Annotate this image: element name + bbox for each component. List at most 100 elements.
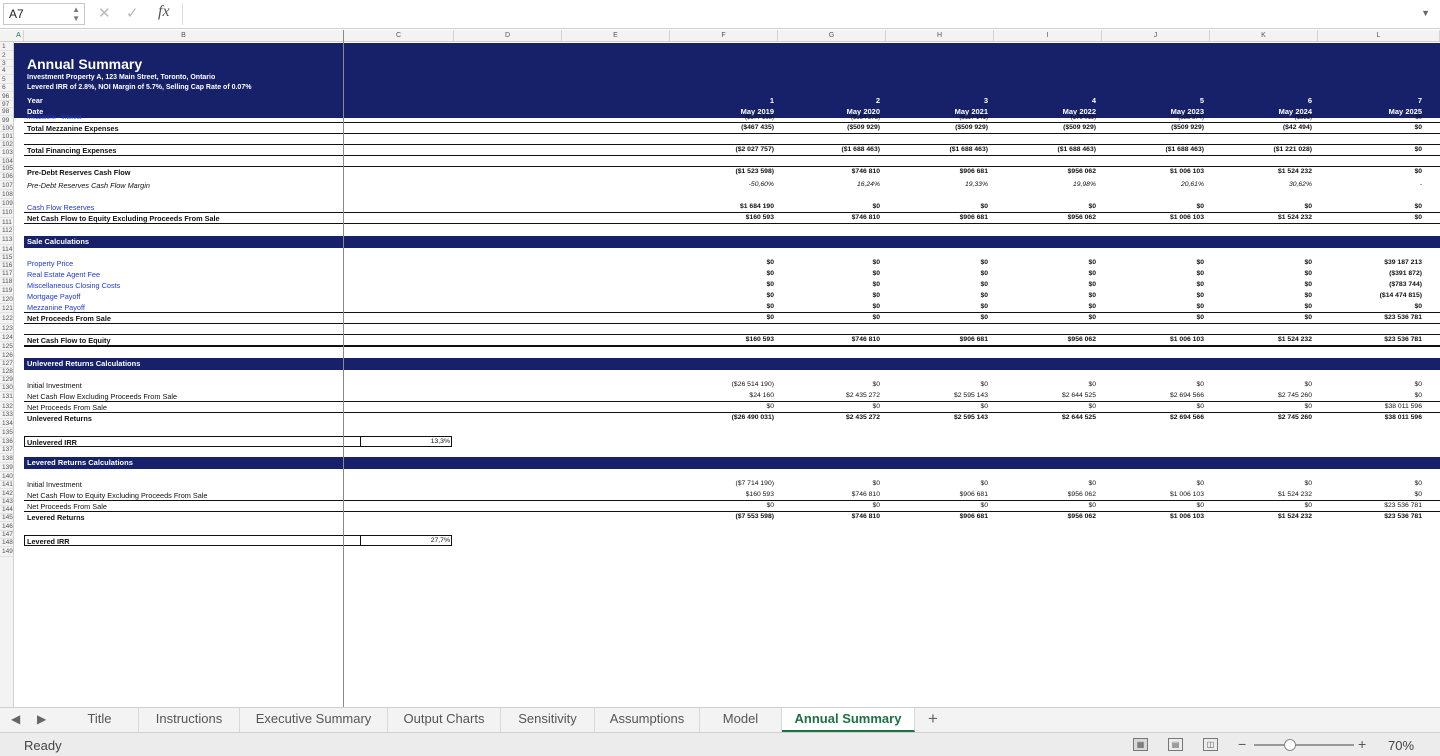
sheet-tab[interactable]: Assumptions [595,708,700,732]
row-header[interactable]: 106 [0,173,13,181]
name-box-spinner-icon[interactable]: ▲ ▼ [72,5,80,23]
sheet-grid[interactable]: Annual Summary Investment Property A, 123… [14,42,1440,707]
row-header[interactable]: 111 [0,218,13,227]
cell-value[interactable]: $0 [1016,502,1096,509]
cell-value[interactable]: 19,98% [1016,181,1096,188]
cell-value[interactable]: ($509 929) [800,124,880,131]
cell-value[interactable]: $1 006 103 [1124,168,1204,175]
row-header[interactable]: 107 [0,181,13,190]
cell-value[interactable]: $0 [1124,314,1204,321]
cell-value[interactable]: $0 [1342,381,1422,388]
add-sheet-icon[interactable]: + [928,709,938,729]
cell-value[interactable]: $0 [1016,381,1096,388]
cell-value[interactable]: $0 [1016,292,1096,299]
row-header[interactable]: 126 [0,351,13,360]
cell-value[interactable]: $0 [1016,314,1096,321]
row-header[interactable]: 118 [0,278,13,286]
cell-value[interactable]: $0 [1124,270,1204,277]
cell-value[interactable]: $2 694 566 [1124,414,1204,421]
row-header[interactable]: 130 [0,384,13,392]
cell-value[interactable]: $1 524 232 [1232,214,1312,221]
cell-value[interactable]: $906 681 [908,214,988,221]
cell-value[interactable]: $1 524 232 [1232,336,1312,343]
row-header[interactable]: 149 [0,547,13,557]
cell-value[interactable]: -50,60% [694,181,774,188]
cell-value[interactable]: $0 [800,303,880,310]
cell-value[interactable]: $0 [1342,146,1422,153]
cell-value[interactable]: $0 [694,292,774,299]
cell-value[interactable]: ($14 474 815) [1342,292,1422,299]
row-header[interactable]: 143 [0,498,13,506]
cell-value[interactable]: $1 006 103 [1124,513,1204,520]
cell-value[interactable]: $0 [1232,314,1312,321]
sheet-tab[interactable]: Annual Summary [782,708,915,732]
cell-value[interactable]: $0 [1124,403,1204,410]
cell-value[interactable]: ($783 744) [1342,281,1422,288]
row-header[interactable]: 121 [0,304,13,313]
cell-value[interactable]: ($42 494) [1232,124,1312,131]
row-header[interactable]: 103 [0,148,13,158]
cell-value[interactable]: ($154 373) [800,115,880,121]
cell-value[interactable]: ($509 929) [1124,124,1204,131]
cell-value[interactable]: $746 810 [800,168,880,175]
row-header[interactable]: 110 [0,208,13,218]
enter-icon[interactable]: ✓ [126,4,139,22]
row-header[interactable]: 113 [0,235,13,245]
cell-value[interactable]: $0 [1342,214,1422,221]
row-header[interactable]: 141 [0,481,13,489]
cell-value[interactable]: $0 [1016,303,1096,310]
row-header[interactable]: 135 [0,428,13,438]
cell-value[interactable]: $0 [1124,292,1204,299]
cell-value[interactable]: $0 [1232,303,1312,310]
column-header[interactable]: B [24,30,344,42]
cell-value[interactable]: $0 [1016,281,1096,288]
row-header[interactable]: 96 [0,92,13,101]
cell-value[interactable]: $0 [1232,259,1312,266]
cell-value[interactable]: $0 [800,259,880,266]
function-icon[interactable]: fx [158,3,170,21]
cell-value[interactable]: $2 435 272 [800,414,880,421]
sheet-tab[interactable]: Output Charts [388,708,501,732]
cell-value[interactable]: $0 [694,502,774,509]
cell-value[interactable]: $0 [1016,480,1096,487]
cell-value[interactable]: $0 [1342,203,1422,210]
cancel-icon[interactable]: ✕ [98,4,111,22]
cell-value[interactable]: ($1 688 463) [908,146,988,153]
cell-value[interactable]: ($391 872) [1342,270,1422,277]
sheet-tab[interactable]: Instructions [139,708,240,732]
cell-value[interactable]: ($2 027 757) [694,146,774,153]
cell-value[interactable]: $23 536 781 [1342,314,1422,321]
row-header[interactable]: 102 [0,141,13,148]
sheet-tab[interactable]: Sensitivity [501,708,595,732]
row-header[interactable]: 105 [0,165,13,173]
cell-value[interactable]: $39 187 213 [1342,259,1422,266]
cell-value[interactable]: ($35 374) [1124,115,1204,121]
row-header[interactable]: 131 [0,392,13,402]
cell-value[interactable]: $0 [908,259,988,266]
cell-value[interactable]: $956 062 [1016,491,1096,498]
cell-value[interactable]: $0 [1232,292,1312,299]
cell-value[interactable]: ($1 688 463) [1124,146,1204,153]
row-header[interactable]: 129 [0,376,13,384]
row-header[interactable]: 99 [0,116,13,125]
cell-value[interactable]: $0 [694,303,774,310]
cell-value[interactable]: $0 [800,381,880,388]
cell-value[interactable]: $956 062 [1016,214,1096,221]
row-header[interactable]: 2 [0,51,13,60]
column-header[interactable]: J [1102,30,1210,42]
column-header[interactable]: C [344,30,454,42]
cell-value[interactable]: ($1 688 463) [800,146,880,153]
column-header[interactable]: E [562,30,670,42]
cell-value[interactable]: $1 524 232 [1232,491,1312,498]
cell-value[interactable]: $0 [1232,502,1312,509]
cell-value[interactable]: $956 062 [1016,168,1096,175]
row-header[interactable]: 138 [0,454,13,463]
row-header[interactable]: 3 [0,60,13,67]
cell-value[interactable]: $0 [1124,281,1204,288]
cell-value[interactable]: $746 810 [800,336,880,343]
formula-input[interactable] [182,3,1412,25]
cell-value[interactable]: $0 [1342,480,1422,487]
row-header[interactable]: 1 [0,42,13,51]
cell-value[interactable]: $0 [1342,168,1422,175]
cell-value[interactable]: $0 [1232,403,1312,410]
